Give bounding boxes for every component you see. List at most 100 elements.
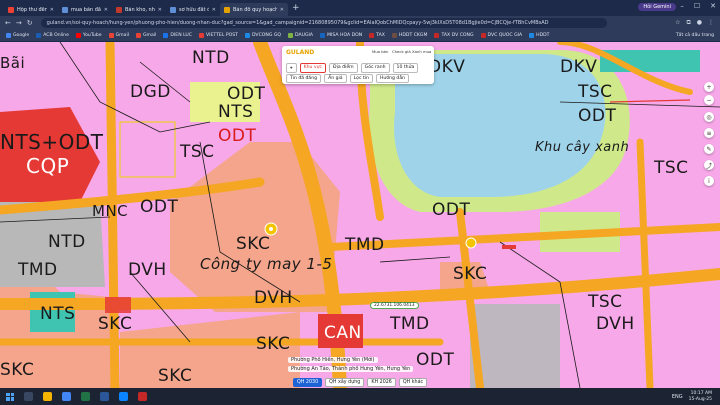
bookmark-14[interactable]: HDDT <box>529 33 549 38</box>
windows-start-icon[interactable] <box>6 392 14 401</box>
back-icon[interactable]: ← <box>5 19 11 27</box>
extensions-icon[interactable]: ⧉ <box>686 19 690 27</box>
all-bookmarks[interactable]: Tất cả dấu trang <box>676 33 714 38</box>
share-icon[interactable]: ⤴ <box>704 160 714 170</box>
browser-tab-1[interactable]: mua bán đất dự án - Tìm trên✕ <box>58 3 112 16</box>
forward-icon[interactable]: → <box>16 19 22 27</box>
planning-map[interactable]: Bãi NTD DGD ODT NTS ODT NTS+ODT CQP TSC DKV DKV TSC… <box>0 42 720 388</box>
language-indicator[interactable]: ENG <box>672 394 683 400</box>
maximize-icon[interactable]: ☐ <box>694 2 700 10</box>
tool-parcels[interactable]: 10 thửa <box>392 63 419 73</box>
zoom-out-icon[interactable]: − <box>704 95 714 105</box>
star-icon[interactable]: ☆ <box>675 19 680 27</box>
bookmark-label: TAX DV CONG <box>441 33 474 38</box>
tab-label: sơ hữu đất định kì - Tìm trên <box>179 6 209 13</box>
profile-icon[interactable]: ● <box>697 19 702 27</box>
tab-close-icon[interactable]: ✕ <box>104 7 108 13</box>
bookmark-8[interactable]: DAUGIA <box>288 33 313 38</box>
plan-2030-button[interactable]: QH 2030 <box>293 378 323 387</box>
zone-label: ODT <box>227 84 266 104</box>
new-tab-button[interactable]: + <box>292 3 300 13</box>
search-icon[interactable] <box>24 392 33 401</box>
browser-tab-bar: Hộp thư đến (1.478) - hethanh✕mua bán đấ… <box>0 0 720 16</box>
tab-close-icon[interactable]: ✕ <box>212 7 216 13</box>
hide-price-button[interactable]: Ẩn giá <box>324 74 347 83</box>
guide-button[interactable]: Hướng dẫn <box>375 74 410 83</box>
clock[interactable]: 10:17 AM 15-Aug-25 <box>689 391 712 403</box>
excel-icon[interactable] <box>81 392 90 401</box>
target-icon[interactable]: ⌖ <box>286 63 297 73</box>
close-icon[interactable]: ✕ <box>710 2 716 10</box>
zalo-icon[interactable] <box>119 392 128 401</box>
ruler-icon[interactable]: ✎ <box>704 144 714 154</box>
bookmark-favicon-icon <box>6 33 11 38</box>
plan-construction-button[interactable]: QH xây dựng <box>325 378 365 387</box>
posted-button[interactable]: Tin đã đăng <box>286 74 322 83</box>
bookmark-10[interactable]: TAX <box>369 33 385 38</box>
menu-icon[interactable]: ⋮ <box>708 19 714 27</box>
browser-tab-4[interactable]: Bản đồ quy hoạch Phường Phố✕ <box>220 3 288 16</box>
bookmark-1[interactable]: ACB Online <box>36 33 69 38</box>
coordinate-readout[interactable]: 22.6731.106.0413 <box>370 302 419 309</box>
tool-place[interactable]: Địa điểm <box>329 63 358 73</box>
tab-close-icon[interactable]: ✕ <box>158 7 162 13</box>
bookmark-label: DAUGIA <box>295 33 314 38</box>
mini-label-2[interactable]: Check giá <box>392 49 411 54</box>
zone-label: DVH <box>128 260 167 280</box>
zone-label: DVH <box>254 288 293 308</box>
mini-label-3[interactable]: Xanh mua <box>412 49 431 54</box>
zone-label: NTS <box>218 102 254 122</box>
app-icon[interactable] <box>138 392 147 401</box>
bookmark-favicon-icon <box>391 33 397 38</box>
browser-tab-0[interactable]: Hộp thư đến (1.478) - hethanh✕ <box>4 3 58 16</box>
bookmark-11[interactable]: HDDT CKGM <box>391 33 427 38</box>
bookmark-6[interactable]: VIETTEL POST <box>199 33 238 38</box>
zone-label: SKC <box>98 314 133 334</box>
bookmark-label: ACB Online <box>43 33 69 38</box>
bookmark-12[interactable]: TAX DV CONG <box>434 33 474 38</box>
tab-close-icon[interactable]: ✕ <box>280 7 284 13</box>
plan-other-button[interactable]: QH khác <box>398 378 428 387</box>
tab-close-icon[interactable]: ✕ <box>50 7 54 13</box>
layers-icon[interactable]: ≡ <box>704 128 714 138</box>
chrome-icon[interactable] <box>62 392 71 401</box>
filter-button[interactable]: Lọc tin <box>349 74 373 83</box>
bookmark-label: VIETTEL POST <box>206 33 238 38</box>
bookmark-2[interactable]: YouTube <box>75 33 102 38</box>
word-icon[interactable] <box>100 392 109 401</box>
land-gray-south <box>470 304 560 388</box>
plan-2026-button[interactable]: KH 2026 <box>367 378 396 387</box>
bookmark-favicon-icon <box>136 33 141 38</box>
url-bar[interactable]: guland.vn/soi-quy-hoach/hung-yen/phuong-… <box>40 18 607 28</box>
tool-corner[interactable]: Góc ranh <box>360 63 390 73</box>
info-icon[interactable]: i <box>704 176 714 186</box>
zone-label: TSC <box>654 158 689 178</box>
bookmark-7[interactable]: DVCONG GQ <box>244 33 281 38</box>
zone-label: NTS+ODT <box>0 130 104 154</box>
bookmark-13[interactable]: DVC QUOC GIA <box>480 33 522 38</box>
bookmark-3[interactable]: Gmail <box>108 33 129 38</box>
place-label: Công ty may 1-5 <box>200 255 333 273</box>
zone-label: SKC <box>0 360 35 380</box>
bookmark-label: Gmail <box>143 33 157 38</box>
zone-label: MNC <box>92 202 129 220</box>
bookmark-4[interactable]: Gmail <box>136 33 156 38</box>
reload-icon[interactable]: ↻ <box>27 19 33 27</box>
bookmark-favicon-icon <box>36 33 42 38</box>
zone-label: TMD <box>390 314 430 334</box>
bookmark-5[interactable]: DIEN LUC <box>163 33 192 38</box>
browser-tab-3[interactable]: sơ hữu đất định kì - Tìm trên✕ <box>166 3 220 16</box>
file-explorer-icon[interactable] <box>43 392 52 401</box>
bookmark-0[interactable]: Google <box>6 33 29 38</box>
bookmark-9[interactable]: MISA HOA DON <box>320 33 362 38</box>
gemini-button[interactable]: Hỏi Gemini <box>638 3 676 11</box>
bookmarks-bar: Google ACB Online YouTube Gmail Gmail DIEN LU… <box>0 30 720 42</box>
mini-label-1[interactable]: Mua bán <box>372 49 388 54</box>
zone-label: SKC <box>453 264 488 284</box>
minimize-icon[interactable]: – <box>680 2 684 10</box>
locate-icon[interactable]: ◎ <box>704 112 714 122</box>
tool-area[interactable]: Khu vực <box>299 63 327 73</box>
location-pin-icon-2[interactable] <box>465 237 477 249</box>
zoom-in-icon[interactable]: + <box>704 82 714 92</box>
browser-tab-2[interactable]: Bán kho, nhà xưởng | Bán kho✕ <box>112 3 166 16</box>
